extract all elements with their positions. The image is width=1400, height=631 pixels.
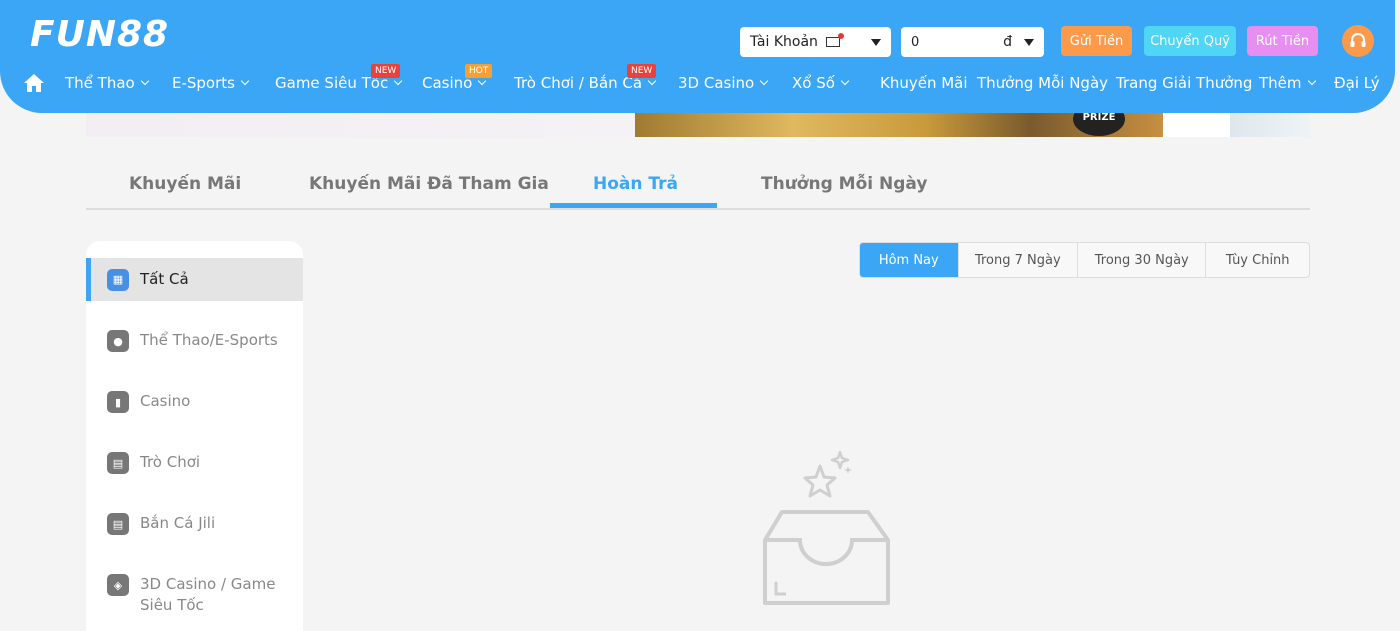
nav-item-lottery[interactable]: Xổ Số (792, 74, 850, 92)
nav-item-daily-rewards[interactable]: Thưởng Mỗi Ngày (977, 74, 1108, 92)
nav-item-more[interactable]: Thêm (1259, 74, 1316, 92)
fish-icon: ▤ (107, 513, 129, 535)
cards-icon: ▮ (107, 391, 129, 413)
transfer-button[interactable]: Chuyển Quỹ (1144, 26, 1236, 56)
balance-dropdown[interactable]: 0 đ (901, 27, 1044, 57)
sidebar-item-all[interactable]: ▦ Tất Cả (86, 258, 303, 301)
account-label: Tài Khoản (750, 34, 818, 50)
sidebar-item-label: Trò Chơi (140, 453, 201, 471)
new-badge: NEW (371, 64, 401, 78)
chevron-down-icon (871, 38, 881, 46)
chevron-down-icon (240, 76, 250, 86)
chevron-down-icon (759, 76, 769, 86)
mail-icon (825, 33, 844, 47)
filter-7-days[interactable]: Trong 7 Ngày (959, 243, 1079, 277)
main-nav: Thể Thao E-Sports Game Siêu Tốc NEW Casi… (0, 64, 1395, 102)
nav-label: 3D Casino (678, 74, 755, 92)
currency-symbol: đ (1003, 34, 1012, 50)
nav-item-fast-games[interactable]: Game Siêu Tốc NEW (275, 64, 403, 92)
nav-item-games-fishing[interactable]: Trò Chơi / Bắn Cá NEW (514, 64, 657, 92)
sidebar-item-3d-casino-fast-games[interactable]: ◈ 3D Casino / Game Siêu Tốc (86, 574, 303, 616)
nav-label: Trò Chơi / Bắn Cá (514, 74, 643, 92)
headset-icon (1350, 33, 1366, 47)
fun88-logo[interactable]: FUN88 (30, 14, 169, 55)
sidebar-item-label: Thể Thao/E-Sports (140, 331, 278, 349)
nav-label: Thưởng Mỗi Ngày (977, 74, 1109, 92)
nav-item-casino[interactable]: Casino HOT (422, 64, 493, 92)
filter-custom[interactable]: Tùy Chỉnh (1206, 243, 1309, 277)
nav-label: Đại Lý (1334, 74, 1380, 92)
slot-machine-icon: ▤ (107, 452, 129, 474)
sidebar-item-label: 3D Casino / Game Siêu Tốc (140, 575, 276, 614)
tab-joined-promotions[interactable]: Khuyến Mãi Đã Tham Gia (309, 174, 549, 194)
sidebar-item-casino[interactable]: ▮ Casino (86, 391, 303, 413)
nav-label: Thể Thao (65, 74, 135, 92)
chevron-down-icon (140, 76, 149, 86)
top-header: FUN88 Tài Khoản 0 đ Gửi Tiền Chuyển Quỹ … (0, 0, 1395, 113)
chevron-down-icon (1024, 38, 1034, 46)
nav-item-sports[interactable]: Thể Thao (65, 74, 149, 92)
deposit-button[interactable]: Gửi Tiền (1061, 26, 1132, 56)
nav-label: Trang Giải Thưởng (1116, 74, 1253, 92)
nav-item-promotions[interactable]: Khuyến Mãi (880, 74, 968, 92)
empty-box-icon (763, 450, 890, 605)
soccer-ball-icon: ● (107, 330, 129, 352)
sidebar-item-label: Casino (140, 392, 191, 410)
balance-value: 0 (911, 34, 920, 50)
nav-label: E-Sports (172, 74, 235, 92)
nav-item-esports[interactable]: E-Sports (172, 74, 250, 92)
chevron-down-icon (840, 76, 850, 86)
support-button[interactable] (1342, 25, 1374, 57)
hot-badge: HOT (465, 64, 493, 78)
tab-daily-rewards[interactable]: Thưởng Mỗi Ngày (761, 174, 927, 194)
date-range-filter: Hôm Nay Trong 7 Ngày Trong 30 Ngày Tùy C… (859, 242, 1310, 278)
active-tab-indicator (550, 203, 717, 208)
new-badge: NEW (627, 64, 657, 78)
nav-label: Xổ Số (792, 74, 835, 92)
chevron-down-icon (1307, 76, 1316, 86)
withdraw-button[interactable]: Rút Tiền (1247, 26, 1318, 56)
filter-30-days[interactable]: Trong 30 Ngày (1078, 243, 1207, 277)
tab-promotions[interactable]: Khuyến Mãi (129, 174, 241, 194)
sidebar-item-jili-fishing[interactable]: ▤ Bắn Cá Jili (86, 513, 303, 535)
home-icon[interactable] (22, 72, 46, 94)
sidebar-item-sports-esports[interactable]: ● Thể Thao/E-Sports (86, 330, 303, 352)
nav-label: Thêm (1259, 74, 1302, 92)
nav-item-agent[interactable]: Đại Lý (1334, 74, 1380, 92)
nav-item-3d-casino[interactable]: 3D Casino (678, 74, 769, 92)
nav-label: Khuyến Mãi (880, 74, 968, 92)
category-sidebar: ▦ Tất Cả ● Thể Thao/E-Sports ▮ Casino ▤ … (86, 241, 303, 631)
sidebar-item-games[interactable]: ▤ Trò Chơi (86, 452, 303, 474)
dice-icon: ◈ (107, 574, 129, 596)
chevron-down-icon (478, 76, 487, 86)
tab-rebate[interactable]: Hoàn Trả (593, 174, 678, 194)
filter-today[interactable]: Hôm Nay (860, 243, 959, 277)
promo-tabs: Khuyến Mãi Khuyến Mãi Đã Tham Gia Hoàn T… (86, 160, 1310, 210)
sidebar-item-label: Tất Cả (140, 270, 189, 288)
sidebar-item-label: Bắn Cá Jili (140, 514, 216, 532)
chevron-down-icon (647, 76, 657, 86)
chevron-down-icon (393, 76, 403, 86)
account-dropdown[interactable]: Tài Khoản (740, 27, 891, 57)
nav-item-rewards-page[interactable]: Trang Giải Thưởng (1116, 74, 1252, 92)
grid-icon: ▦ (107, 268, 129, 291)
